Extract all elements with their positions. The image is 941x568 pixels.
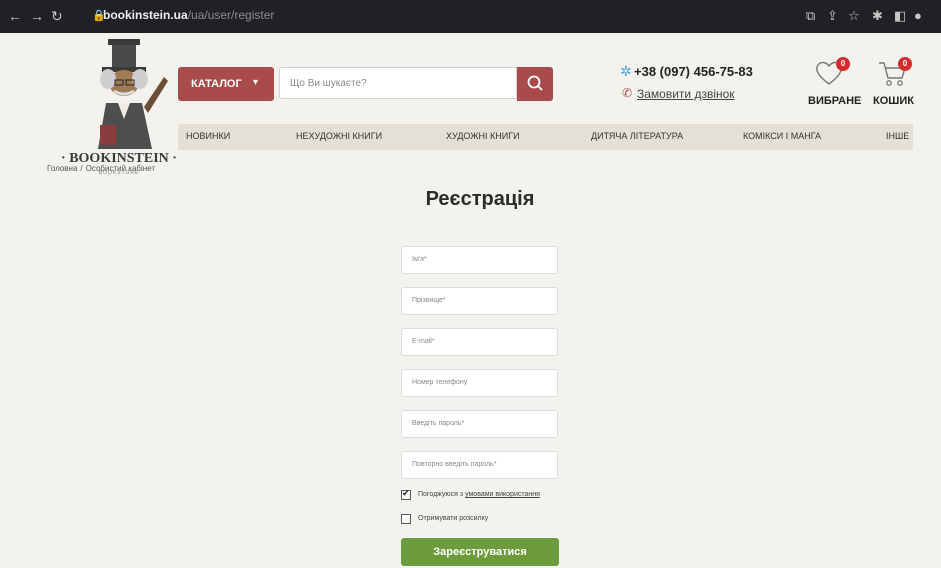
breadcrumb-separator: / xyxy=(80,164,83,173)
newsletter-checkbox[interactable] xyxy=(401,514,411,524)
register-button[interactable]: Зареєструватися xyxy=(401,538,559,566)
page-content: · BOOKINSTEIN · BOOKSTORE КАТАЛОГ ▾ Що В… xyxy=(0,33,941,568)
menu-item-nonfiction[interactable]: НЕХУДОЖНІ КНИГИ xyxy=(296,131,382,141)
cart-count-badge: 0 xyxy=(898,57,912,71)
search-button[interactable] xyxy=(517,67,553,101)
search-input[interactable]: Що Ви шукаєте? xyxy=(279,67,517,99)
back-arrow-icon[interactable]: ← xyxy=(8,8,22,24)
wishlist-count-badge: 0 xyxy=(836,57,850,71)
menu-item-other[interactable]: ІНШЕ xyxy=(886,131,909,141)
category-menu: НОВИНКИ НЕХУДОЖНІ КНИГИ ХУДОЖНІ КНИГИ ДИ… xyxy=(178,124,913,150)
cart-link[interactable]: КОШИК xyxy=(873,95,914,107)
last-name-field[interactable]: Прізвище* xyxy=(401,287,558,315)
translate-icon[interactable]: ⧉ xyxy=(806,8,815,24)
password-field[interactable]: Введіть пароль* xyxy=(401,410,558,438)
phone-number[interactable]: +38 (097) 456-75-83 xyxy=(634,64,753,79)
menu-item-children[interactable]: ДИТЯЧА ЛІТЕРАТУРА xyxy=(591,131,683,141)
terms-label: Погоджуюся з умовами використання xyxy=(418,491,540,498)
email-field[interactable]: E-mail* xyxy=(401,328,558,356)
catalog-label: КАТАЛОГ xyxy=(191,78,242,90)
confirm-password-field[interactable]: Повторно введіть пароль* xyxy=(401,451,558,479)
menu-item-fiction[interactable]: ХУДОЖНІ КНИГИ xyxy=(446,131,520,141)
forward-arrow-icon[interactable]: → xyxy=(30,8,44,24)
phone-field[interactable]: Номер телефону xyxy=(401,369,558,397)
chevron-down-icon: ▾ xyxy=(253,77,259,88)
page-title: Реєстрація xyxy=(425,188,535,210)
terms-link[interactable]: умовами використання xyxy=(465,491,540,498)
url-text: bookinstein.ua/ua/user/register xyxy=(103,8,275,22)
menu-item-comics[interactable]: КОМІКСИ І МАНГА xyxy=(743,131,821,141)
terms-checkbox[interactable] xyxy=(401,488,411,500)
bookmark-star-icon[interactable]: ☆ xyxy=(848,8,860,24)
share-icon[interactable]: ⇪ xyxy=(827,8,838,24)
wishlist-link[interactable]: ВИБРАНЕ xyxy=(808,95,861,107)
breadcrumb: Головна / Особистий кабінет xyxy=(47,164,155,173)
reload-icon[interactable]: ↻ xyxy=(51,8,63,25)
profile-avatar-icon[interactable]: ● xyxy=(914,8,922,23)
breadcrumb-home[interactable]: Головна xyxy=(47,164,77,173)
browser-toolbar: ← → ↻ 🔒 bookinstein.ua/ua/user/register … xyxy=(0,0,941,33)
menu-item-new[interactable]: НОВИНКИ xyxy=(186,131,230,141)
extensions-icon[interactable]: ✱ xyxy=(872,8,883,24)
logo-einstein-icon[interactable] xyxy=(68,37,180,152)
callback-link[interactable]: Замовити дзвінок xyxy=(637,87,735,101)
newsletter-label: Отримувати розсилку xyxy=(418,515,489,522)
catalog-button[interactable]: КАТАЛОГ ▾ xyxy=(178,67,274,101)
sidepanel-icon[interactable]: ◧ xyxy=(894,8,906,24)
phone-star-icon: ✲ xyxy=(620,63,632,79)
search-icon xyxy=(527,75,543,91)
address-bar[interactable]: 🔒 bookinstein.ua/ua/user/register xyxy=(70,5,790,27)
terms-prefix: Погоджуюся з xyxy=(418,491,464,498)
first-name-field[interactable]: Ім'я* xyxy=(401,246,558,274)
breadcrumb-current: Особистий кабінет xyxy=(85,164,156,173)
phone-icon: ✆ xyxy=(622,86,633,100)
